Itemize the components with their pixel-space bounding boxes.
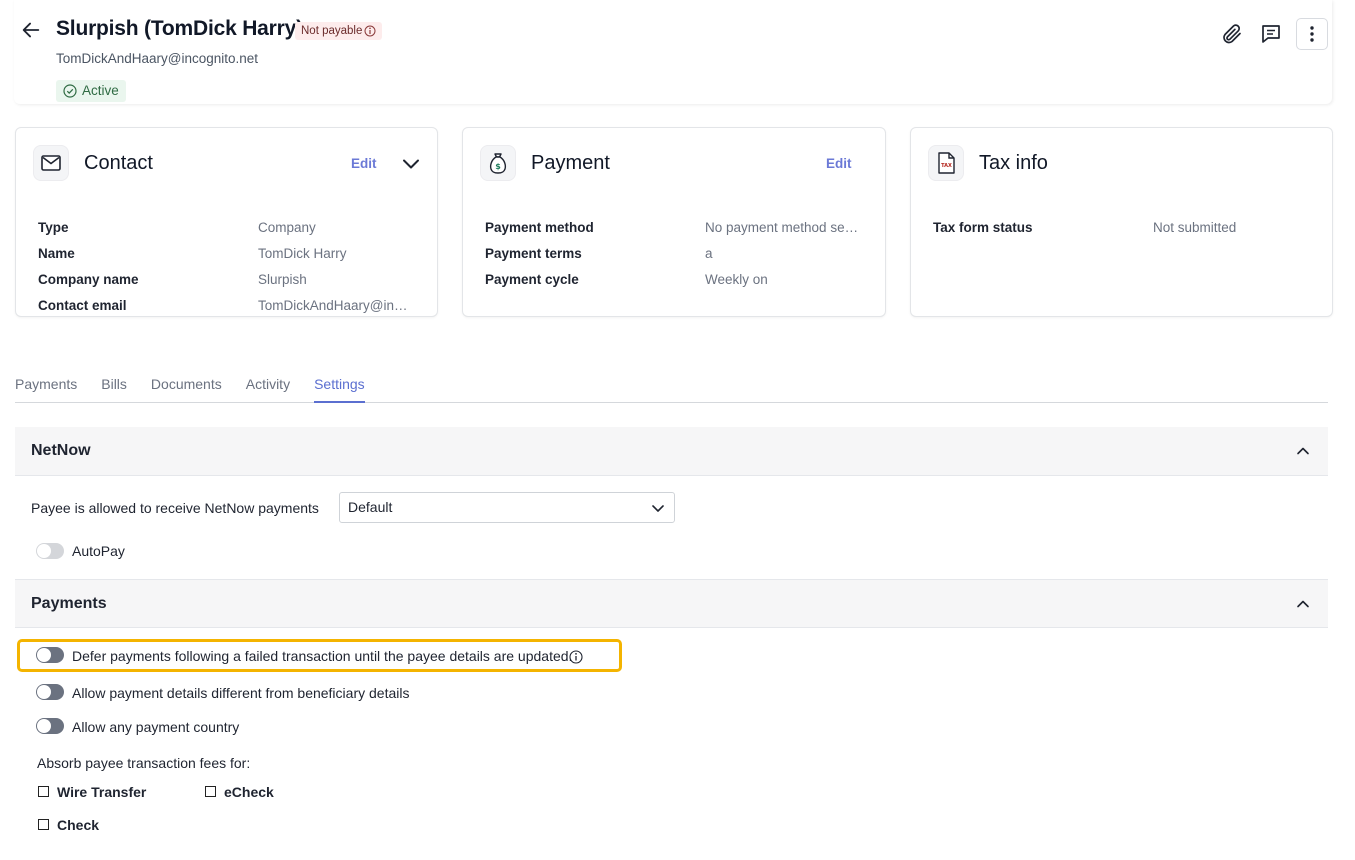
contact-row: Company name Slurpish <box>38 266 423 292</box>
more-options-button[interactable] <box>1296 18 1328 50</box>
comment-icon[interactable] <box>1259 22 1283 46</box>
toggle-knob <box>37 544 51 558</box>
money-bag-icon: $ <box>489 153 507 174</box>
echeck-label: eCheck <box>224 784 274 800</box>
payment-row: Payment cycle Weekly on <box>485 266 871 292</box>
payments-section-header[interactable]: Payments <box>15 579 1328 628</box>
toggle-knob <box>37 685 51 699</box>
payment-row-key: Payment method <box>485 219 594 235</box>
contact-card-icon-wrap <box>33 145 69 181</box>
payment-row-value: a <box>705 245 713 261</box>
payment-edit-link[interactable]: Edit <box>826 156 852 171</box>
tab-documents[interactable]: Documents <box>151 375 222 403</box>
active-label: Active <box>82 83 119 98</box>
not-payable-label: Not payable <box>301 25 363 37</box>
contact-card: Contact Edit Type Company Name TomDick Har… <box>15 127 438 317</box>
payment-row-key: Payment cycle <box>485 271 579 287</box>
tab-settings[interactable]: Settings <box>314 375 365 403</box>
tax-card-title: Tax info <box>979 152 1048 174</box>
tax-card-icon-wrap: TAX <box>928 145 964 181</box>
contact-card-title: Contact <box>84 152 153 174</box>
contact-row-key: Contact email <box>38 297 127 313</box>
payee-tabs: Payments Bills Documents Activity Settin… <box>15 375 1328 403</box>
payee-email: TomDickAndHaary@incognito.net <box>56 51 259 66</box>
contact-details: Type Company Name TomDick Harry Company na… <box>38 214 423 318</box>
wire-transfer-checkbox[interactable] <box>38 786 49 797</box>
toggle-knob <box>37 648 51 662</box>
tab-activity[interactable]: Activity <box>246 375 290 403</box>
active-status-badge: Active <box>56 80 126 102</box>
not-payable-badge[interactable]: Not payable <box>295 22 383 40</box>
contact-row-value: TomDickAndHaary@in… <box>258 297 408 313</box>
allow-different-details-label: Allow payment details different from ben… <box>72 685 410 701</box>
autopay-toggle[interactable] <box>36 543 64 559</box>
check-label: Check <box>57 817 100 833</box>
contact-row: Contact email TomDickAndHaary@in… <box>38 292 423 318</box>
tax-row: Tax form status Not submitted <box>933 214 1318 240</box>
autopay-label: AutoPay <box>72 543 125 559</box>
check-circle-icon <box>63 84 77 98</box>
page-title: Slurpish (TomDick Harry) <box>56 17 303 40</box>
payment-card: $ Payment Edit Payment method No payment … <box>462 127 886 317</box>
payment-row-key: Payment terms <box>485 245 582 261</box>
contact-row-value: TomDick Harry <box>258 245 347 261</box>
contact-row-key: Name <box>38 245 75 261</box>
netnow-section-header[interactable]: NetNow <box>15 427 1328 476</box>
payments-section-title: Payments <box>31 595 107 612</box>
contact-edit-link[interactable]: Edit <box>351 156 377 171</box>
info-icon[interactable] <box>569 650 583 664</box>
allow-any-country-toggle[interactable] <box>36 718 64 734</box>
svg-text:$: $ <box>495 162 501 171</box>
payment-card-icon-wrap: $ <box>480 145 516 181</box>
contact-row-key: Company name <box>38 271 139 287</box>
defer-payments-toggle[interactable] <box>36 647 64 663</box>
tab-bills[interactable]: Bills <box>101 375 127 403</box>
payment-row: Payment terms a <box>485 240 871 266</box>
check-checkbox[interactable] <box>38 819 49 830</box>
echeck-checkbox[interactable] <box>205 786 216 797</box>
wire-transfer-label: Wire Transfer <box>57 784 147 800</box>
netnow-receive-select[interactable]: Default <box>339 492 675 523</box>
toggle-knob <box>37 719 51 733</box>
contact-row-value: Slurpish <box>258 271 307 287</box>
back-arrow-icon[interactable] <box>20 19 42 41</box>
svg-text:TAX: TAX <box>941 163 952 169</box>
allow-different-details-toggle[interactable] <box>36 684 64 700</box>
info-icon[interactable] <box>364 25 376 37</box>
payment-row-value: No payment method se… <box>705 219 859 235</box>
chevron-down-icon[interactable] <box>401 154 421 174</box>
payment-row: Payment method No payment method se… <box>485 214 871 240</box>
envelope-icon <box>41 155 61 171</box>
attachment-icon[interactable] <box>1220 22 1244 46</box>
netnow-receive-value: Default <box>348 499 393 515</box>
payment-card-title: Payment <box>531 152 610 174</box>
contact-row: Type Company <box>38 214 423 240</box>
tax-info-card: TAX Tax info Tax form status Not submitte… <box>910 127 1333 317</box>
tax-details: Tax form status Not submitted <box>933 214 1318 240</box>
netnow-section-title: NetNow <box>31 442 91 459</box>
netnow-receive-label: Payee is allowed to receive NetNow payme… <box>31 500 319 516</box>
payment-row-value: Weekly on <box>705 271 768 287</box>
tax-document-icon: TAX <box>938 152 955 174</box>
absorb-fees-label: Absorb payee transaction fees for: <box>37 755 251 771</box>
chevron-up-icon[interactable] <box>1294 442 1312 460</box>
vertical-dots-icon <box>1310 26 1314 42</box>
chevron-down-icon <box>652 505 664 512</box>
allow-any-country-label: Allow any payment country <box>72 719 240 735</box>
contact-row: Name TomDick Harry <box>38 240 423 266</box>
contact-row-value: Company <box>258 219 316 235</box>
contact-row-key: Type <box>38 219 69 235</box>
payment-details: Payment method No payment method se… Paym… <box>485 214 871 292</box>
defer-payments-label: Defer payments following a failed transa… <box>72 648 573 664</box>
chevron-up-icon[interactable] <box>1294 595 1312 613</box>
tax-row-value: Not submitted <box>1153 219 1237 235</box>
tab-payments[interactable]: Payments <box>15 375 77 403</box>
tax-row-key: Tax form status <box>933 219 1033 235</box>
